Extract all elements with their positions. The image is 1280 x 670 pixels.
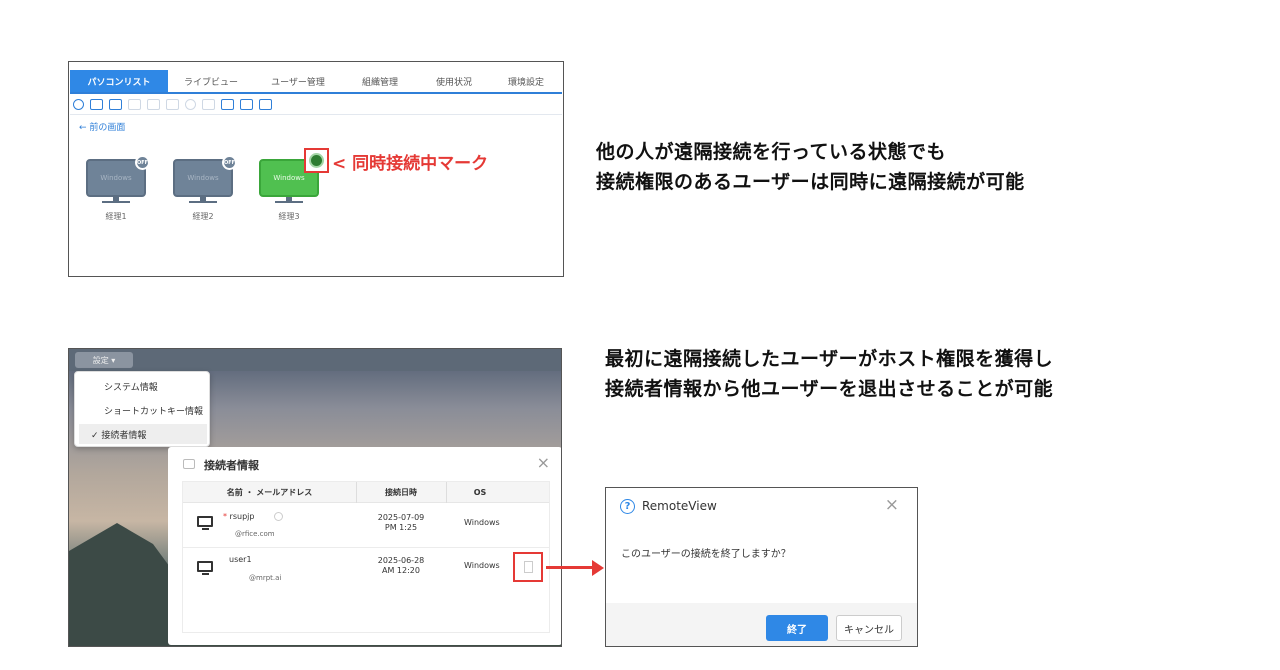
tab-settings[interactable]: 環境設定 [490, 70, 562, 92]
tab-org-management[interactable]: 組織管理 [342, 70, 418, 92]
heading-1-line-2: 接続権限のあるユーザーは同時に遠隔接続が可能 [596, 171, 1025, 193]
monitor-icon[interactable] [128, 98, 141, 110]
list-icon[interactable] [240, 98, 253, 110]
connection-info-screenshot: 設定 ▾ システム情報 ショートカットキー情報 ✓ 接続者情報 接続者情報 × … [68, 348, 562, 647]
pc-icon [197, 561, 213, 575]
connected-at: 2025-06-28 AM 12:20 [377, 556, 425, 575]
off-badge: OFF [222, 155, 237, 170]
tab-live-view[interactable]: ライブビュー [168, 70, 254, 92]
concurrent-mark-label: < 同時接続中マーク [332, 154, 489, 174]
kick-user-button[interactable] [513, 552, 543, 582]
back-link[interactable]: ← 前の画面 [79, 120, 125, 133]
main-tabs: パソコンリスト ライブビュー ユーザー管理 組織管理 使用状況 環境設定 [70, 70, 562, 94]
users-icon [183, 459, 195, 469]
detail-view-icon[interactable] [259, 98, 272, 110]
pc-name: 経理2 [192, 212, 214, 221]
settings-menu-button[interactable]: 設定 ▾ [75, 352, 133, 368]
exit-icon [524, 561, 533, 573]
connected-at: 2025-07-09 PM 1:25 [377, 513, 425, 532]
connection-table: 名前 ・ メールアドレス 接続日時 OS * rsupjp @rfice.com… [182, 481, 550, 633]
user-icon [309, 153, 324, 168]
pc-name: 経理1 [105, 212, 127, 221]
heading-2: 最初に遠隔接続したユーザーがホスト権限を獲得し 接続者情報から他ユーザーを退出さ… [605, 344, 1053, 404]
toolbar-divider [70, 114, 562, 115]
column-connected-at: 接続日時 [385, 488, 417, 497]
heading-2-line-1: 最初に遠隔接続したユーザーがホスト権限を獲得し [605, 348, 1054, 370]
dialog-title: 接続者情報 [204, 459, 259, 472]
user-name: * rsupjp [223, 512, 255, 521]
os-value: Windows [464, 561, 500, 570]
os-value: Windows [464, 518, 500, 527]
confirm-dialog: ? RemoteView × このユーザーの接続を終了しますか？ 終了 キャンセ… [605, 487, 918, 647]
add-folder-icon[interactable] [90, 98, 103, 110]
column-os: OS [473, 488, 487, 497]
pc-name: 経理3 [278, 212, 300, 221]
concurrent-connection-icon [304, 148, 329, 173]
connection-info-dialog: 接続者情報 × 名前 ・ メールアドレス 接続日時 OS * rsupjp @r… [168, 447, 561, 645]
heading-2-line-2: 接続者情報から他ユーザーを退出させることが可能 [605, 378, 1054, 400]
add-pc-icon[interactable] [109, 98, 122, 110]
arrow-head-icon [592, 560, 604, 576]
move-icon[interactable] [166, 98, 179, 110]
question-icon: ? [620, 499, 635, 514]
edit-icon[interactable] [202, 98, 215, 110]
user-email: @mrpt.ai [249, 574, 282, 582]
menu-item-shortcut-info[interactable]: ショートカットキー情報 [79, 400, 207, 420]
off-badge: OFF [135, 155, 150, 170]
close-icon[interactable]: × [885, 495, 899, 515]
menu-item-system-info[interactable]: システム情報 [79, 376, 207, 396]
pc-icon [197, 516, 213, 530]
confirm-message: このユーザーの接続を終了しますか？ [621, 549, 791, 560]
settings-dropdown: システム情報 ショートカットキー情報 ✓ 接続者情報 [74, 371, 210, 447]
host-marker: * [223, 512, 227, 521]
viewer-toolbar: 設定 ▾ [69, 349, 561, 371]
table-header: 名前 ・ メールアドレス 接続日時 OS [183, 482, 549, 503]
end-button[interactable]: 終了 [766, 615, 828, 641]
export-icon[interactable] [221, 98, 234, 110]
refresh-icon[interactable] [73, 98, 84, 110]
toolbar [73, 96, 272, 112]
heading-1: 他の人が遠隔接続を行っている状態でも 接続権限のあるユーザーは同時に遠隔接続が可… [596, 137, 1025, 197]
user-name: user1 [229, 555, 252, 564]
pc-list-screenshot: パソコンリスト ライブビュー ユーザー管理 組織管理 使用状況 環境設定 ← 前… [68, 61, 564, 277]
star-icon[interactable] [147, 98, 160, 110]
arrow-line [546, 566, 594, 569]
confirm-title: RemoteView [642, 499, 717, 513]
close-icon[interactable]: × [537, 453, 550, 472]
tab-pc-list[interactable]: パソコンリスト [70, 70, 168, 92]
cancel-button[interactable]: キャンセル [836, 615, 902, 641]
column-name-email: 名前 ・ メールアドレス [226, 488, 313, 497]
menu-item-connection-info[interactable]: ✓ 接続者情報 [79, 424, 207, 444]
tab-user-management[interactable]: ユーザー管理 [254, 70, 342, 92]
confirm-footer: 終了 キャンセル [606, 603, 917, 646]
loading-icon [274, 512, 283, 521]
user-email: @rfice.com [235, 530, 275, 538]
delete-icon[interactable] [185, 98, 196, 110]
table-row: * rsupjp @rfice.com 2025-07-09 PM 1:25 W… [183, 504, 549, 548]
table-row: user1 @mrpt.ai 2025-06-28 AM 12:20 Windo… [183, 549, 549, 593]
tab-usage[interactable]: 使用状況 [418, 70, 490, 92]
heading-1-line-1: 他の人が遠隔接続を行っている状態でも [596, 141, 947, 163]
